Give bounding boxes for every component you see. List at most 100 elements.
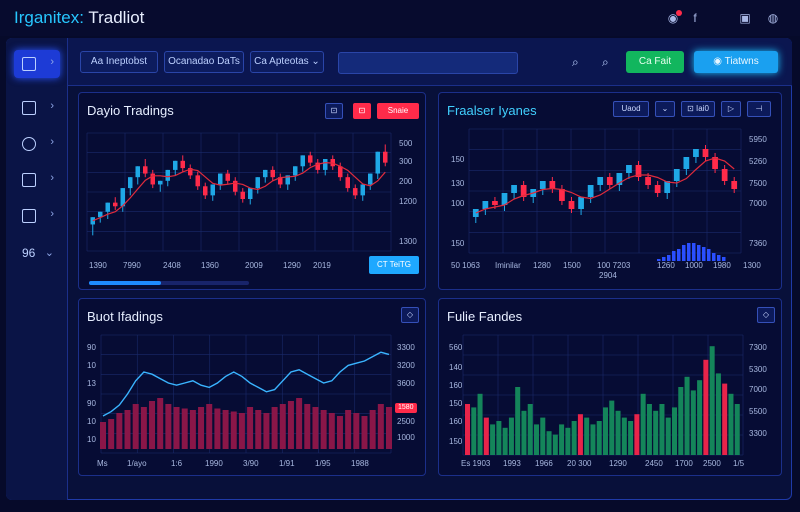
volume-bar [157, 398, 164, 449]
sidebar-item-settings-label: 96 [22, 246, 36, 260]
candle [263, 169, 268, 178]
candle [300, 155, 305, 167]
panel-daily-trading: Dayio Tradings ⊡ ⊡ Snaie 500 300 200 120… [78, 92, 426, 290]
dropdown-button[interactable]: ⌄ [655, 101, 675, 117]
bar [584, 417, 590, 455]
sidebar-item-settings[interactable]: 96 ⌄ [14, 240, 60, 268]
volume-bar [214, 408, 221, 449]
bar [609, 400, 615, 455]
panel-button-1[interactable]: ⊡ [325, 103, 343, 119]
bar [521, 410, 527, 455]
trade-button[interactable]: ◉ Tiatwns [694, 51, 778, 73]
y-tick: 150 [451, 155, 465, 164]
y-tick: 90 [87, 343, 96, 352]
tab-orders[interactable]: Ocanadao DaTs [164, 51, 244, 73]
candle [606, 177, 613, 185]
chevron-right-icon: › [50, 172, 54, 184]
chevron-down-icon: ⌄ [44, 247, 54, 259]
expand-button[interactable]: ⊣ [747, 101, 771, 117]
volume-bar [682, 245, 686, 261]
tab-options-dropdown[interactable]: Ca Apteotas ⌄ [250, 51, 324, 73]
volume-bar [687, 243, 691, 261]
volume-bar [132, 404, 139, 449]
bar [646, 404, 652, 455]
volume-bar [304, 404, 311, 449]
action-button[interactable]: CT TeiTG [369, 256, 419, 274]
candle [293, 166, 298, 176]
sidebar-item-orders[interactable]: › [14, 202, 60, 230]
load-button[interactable]: Uaod [613, 101, 649, 117]
search-input[interactable] [338, 52, 518, 74]
search-icon[interactable]: ⌕ [572, 55, 579, 70]
bar [653, 410, 659, 455]
x-tick: Es 1903 [461, 459, 491, 468]
bar [590, 424, 596, 455]
candle [578, 197, 584, 209]
candle [721, 169, 728, 181]
candle [375, 151, 380, 174]
interval-button[interactable]: ⊡ Iai0 [681, 101, 715, 117]
y-tick-right: 7300 [749, 343, 767, 352]
candle [731, 181, 738, 189]
candle [626, 165, 632, 173]
y-tick: 150 [449, 399, 463, 408]
bar [665, 417, 671, 455]
title-bar: Irganitex: Tradliot ◉ f ▣ ◍ [0, 0, 800, 36]
volume-bar [296, 398, 303, 449]
volume-bar [149, 401, 156, 449]
volume-bar [108, 419, 115, 449]
sidebar-item-markets[interactable]: › [14, 94, 60, 122]
y-tick-right: 5260 [749, 157, 767, 166]
sidebar-item-tools[interactable]: › [14, 130, 60, 158]
candle [270, 169, 275, 178]
bar [496, 421, 502, 455]
volume-bar [345, 410, 352, 449]
x-tick: 1/91 [279, 459, 295, 468]
collapse-button[interactable]: ◇ [401, 307, 419, 323]
volume-bar [312, 407, 319, 449]
x-sub-label: 2904 [599, 271, 617, 280]
candle [173, 160, 178, 170]
app-title: Irganitex: Tradliot [14, 8, 144, 28]
play-button[interactable]: ▷ [721, 101, 741, 117]
sidebar-item-portfolio[interactable]: › [14, 166, 60, 194]
x-tick: 1290 [283, 261, 301, 270]
x-tick: 1000 [685, 261, 703, 270]
y-tick: 140 [449, 363, 463, 372]
x-tick: 1988 [351, 459, 369, 468]
panel-button-2[interactable]: ⊡ [353, 103, 371, 119]
panel-title: Fulie Fandes [447, 309, 523, 324]
x-tick: 1/ayo [127, 459, 147, 468]
bar [483, 417, 489, 455]
candle [135, 166, 140, 178]
candle [511, 185, 517, 193]
panel-bot-trading: Buot Ifadings ◇ 90 10 13 90 10 10 3300 3… [78, 298, 426, 476]
bar [659, 404, 665, 455]
candle [105, 202, 110, 212]
x-tick: 1390 [89, 261, 107, 270]
volume-bar [287, 401, 294, 449]
candle [549, 181, 556, 189]
candle [482, 201, 489, 209]
globe-icon[interactable]: ◍ [766, 11, 780, 25]
x-tick: 1700 [675, 459, 693, 468]
volume-bar [165, 404, 172, 449]
panel-trade-analysis: Fraalser Iyanes Uaod ⌄ ⊡ Iai0 ▷ ⊣ 150 13… [438, 92, 782, 290]
notification-icon[interactable]: ◉ [666, 11, 680, 25]
candle [360, 184, 365, 196]
candle [568, 201, 575, 209]
y-tick: 500 [399, 139, 413, 148]
x-tick: 1993 [503, 459, 521, 468]
sidebar-item-trade[interactable]: › [14, 50, 60, 78]
collapse-button[interactable]: ◇ [757, 307, 775, 323]
tab-instruments[interactable]: Aa Ineptobst [80, 51, 158, 73]
zoom-icon[interactable]: ⌕ [602, 55, 609, 70]
volume-bar [353, 413, 360, 449]
buy-button[interactable]: Ca Fait [626, 51, 684, 73]
candle [683, 157, 690, 169]
y-tick: 1300 [399, 237, 417, 246]
image-icon[interactable]: ▣ [738, 11, 752, 25]
facebook-icon[interactable]: f [688, 11, 702, 25]
volume-bar [361, 416, 368, 449]
panel-button-share[interactable]: Snaie [377, 103, 419, 119]
